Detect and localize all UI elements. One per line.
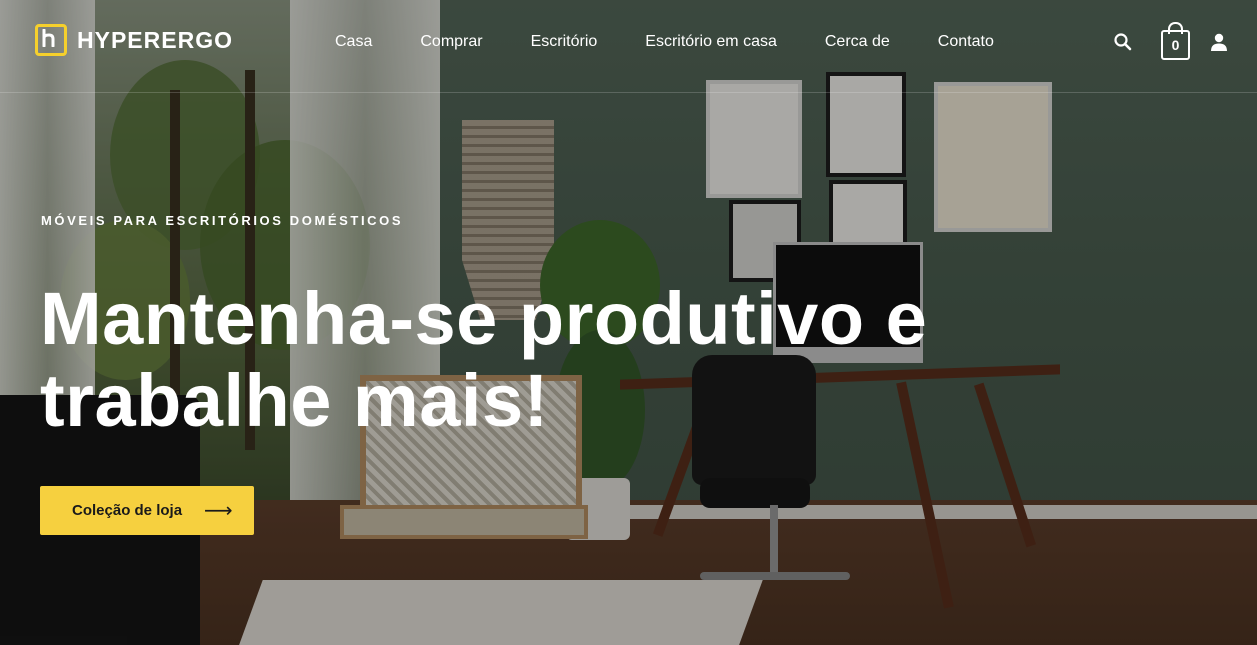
nav-item-contato[interactable]: Contato	[938, 33, 994, 51]
search-button[interactable]	[1113, 32, 1133, 52]
nav-item-escritorio[interactable]: Escritório	[531, 33, 598, 51]
cart-button[interactable]: 0	[1161, 22, 1190, 60]
account-button[interactable]	[1209, 32, 1229, 52]
logo[interactable]: HYPERERGO	[35, 24, 233, 56]
shop-collection-button[interactable]: Coleção de loja ⟶	[40, 486, 254, 535]
brand-name: HYPERERGO	[77, 26, 233, 53]
site-header: HYPERERGO Casa Comprar Escritório Escrit…	[0, 0, 1257, 93]
logo-mark-icon	[35, 24, 67, 56]
cart-count: 0	[1161, 30, 1190, 60]
user-icon	[1211, 33, 1227, 51]
hero-section: HYPERERGO Casa Comprar Escritório Escrit…	[0, 0, 1257, 645]
hero-eyebrow: MÓVEIS PARA ESCRITÓRIOS DOMÉSTICOS	[41, 213, 404, 228]
nav-item-cerca-de[interactable]: Cerca de	[825, 33, 890, 51]
hero-headline: Mantenha-se produtivo e trabalhe mais!	[40, 277, 928, 442]
nav-item-casa[interactable]: Casa	[335, 33, 372, 51]
nav-item-escritorio-em-casa[interactable]: Escritório em casa	[645, 33, 777, 51]
search-icon	[1114, 33, 1132, 51]
shop-collection-label: Coleção de loja	[72, 502, 183, 519]
nav-item-comprar[interactable]: Comprar	[420, 33, 482, 51]
main-nav: Casa Comprar Escritório Escritório em ca…	[335, 33, 994, 51]
arrow-right-icon: ⟶	[204, 499, 233, 522]
